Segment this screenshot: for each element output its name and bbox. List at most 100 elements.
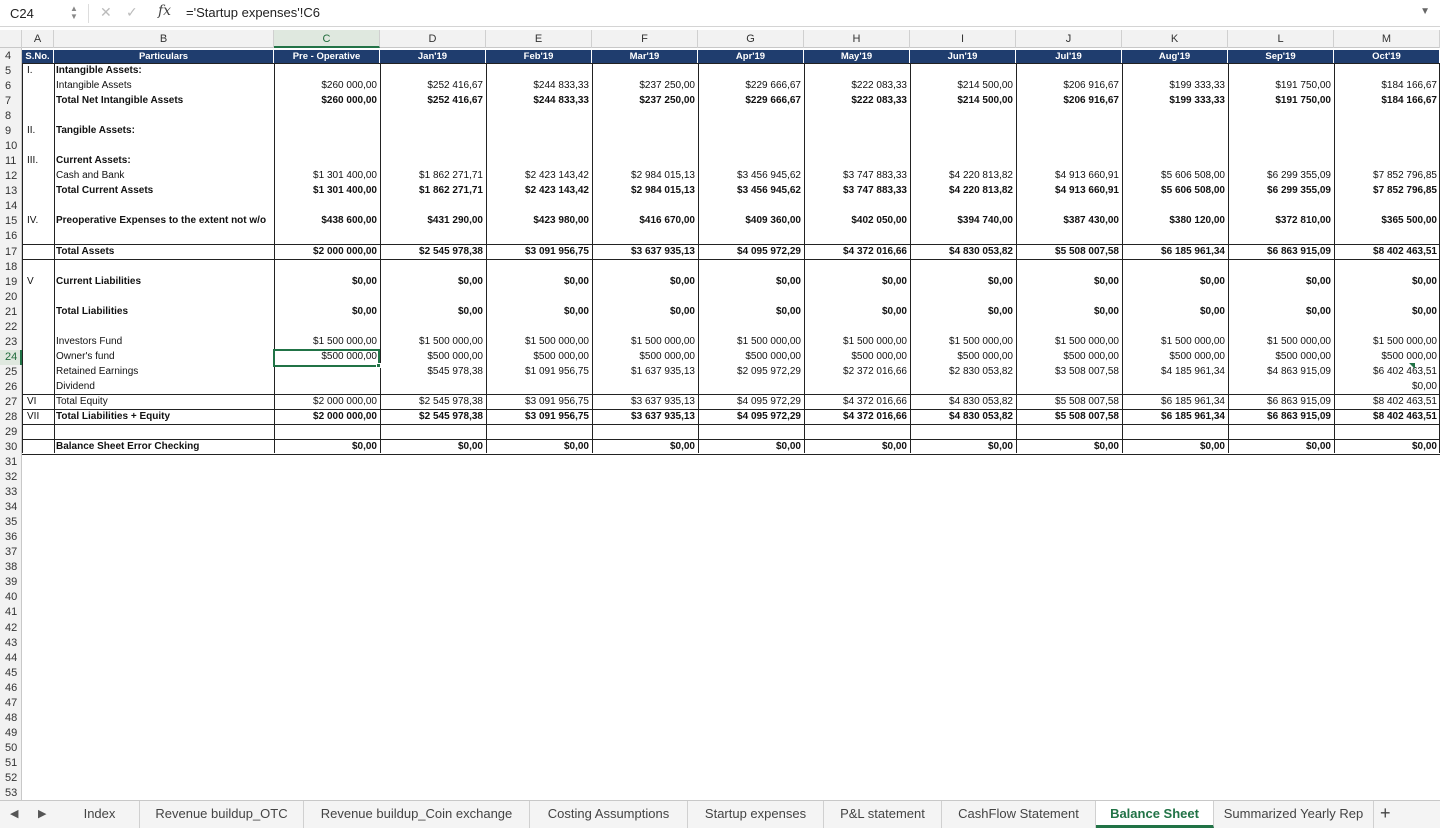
row-header-51[interactable]: 51 xyxy=(0,756,22,771)
value-cell[interactable]: $380 120,00 xyxy=(1122,214,1228,228)
value-cell[interactable]: $0,00 xyxy=(1228,305,1334,319)
row-header-10[interactable]: 10 xyxy=(0,139,22,154)
value-cell[interactable]: $0,00 xyxy=(380,440,486,454)
value-cell[interactable]: $2 984 015,13 xyxy=(592,184,698,198)
value-cell[interactable]: $0,00 xyxy=(380,305,486,319)
value-cell[interactable]: $0,00 xyxy=(804,305,910,319)
value-cell[interactable]: $0,00 xyxy=(486,275,592,289)
table-header-0[interactable]: S.No. xyxy=(22,50,54,64)
value-cell[interactable]: $5 508 007,58 xyxy=(1016,245,1122,259)
sno-cell[interactable]: IV. xyxy=(27,214,53,228)
sno-cell[interactable]: VI xyxy=(27,395,53,409)
sheet-tab-balance-sheet[interactable]: Balance Sheet xyxy=(1096,801,1214,828)
name-box-stepper-icon[interactable]: ▲ ▼ xyxy=(70,5,78,21)
row-header-21[interactable]: 21 xyxy=(0,305,22,320)
table-header-7[interactable]: May'19 xyxy=(804,50,910,64)
value-cell[interactable]: $3 747 883,33 xyxy=(804,184,910,198)
row-header-7[interactable]: 7 xyxy=(0,94,22,109)
tab-next-icon[interactable]: ▶ xyxy=(38,807,46,820)
row-header-53[interactable]: 53 xyxy=(0,786,22,801)
sheet-tab-revenue-buildup-coin-exchange[interactable]: Revenue buildup_Coin exchange xyxy=(304,801,530,828)
column-header-g[interactable]: G xyxy=(698,30,804,48)
value-cell[interactable]: $0,00 xyxy=(1122,305,1228,319)
column-header-b[interactable]: B xyxy=(54,30,274,48)
particulars-cell[interactable]: Investors Fund xyxy=(56,335,272,349)
value-cell[interactable]: $416 670,00 xyxy=(592,214,698,228)
value-cell[interactable]: $4 372 016,66 xyxy=(804,410,910,424)
row-header-52[interactable]: 52 xyxy=(0,771,22,786)
row-header-26[interactable]: 26 xyxy=(0,380,22,395)
value-cell[interactable]: $0,00 xyxy=(1016,275,1122,289)
value-cell[interactable]: $237 250,00 xyxy=(592,94,698,108)
value-cell[interactable]: $7 852 796,85 xyxy=(1334,169,1440,183)
row-header-38[interactable]: 38 xyxy=(0,560,22,575)
row-header-43[interactable]: 43 xyxy=(0,636,22,651)
tab-prev-icon[interactable]: ◀ xyxy=(10,807,18,820)
value-cell[interactable]: $8 402 463,51 xyxy=(1334,395,1440,409)
row-header-39[interactable]: 39 xyxy=(0,575,22,590)
table-header-9[interactable]: Jul'19 xyxy=(1016,50,1122,64)
value-cell[interactable]: $1 862 271,71 xyxy=(380,169,486,183)
value-cell[interactable]: $0,00 xyxy=(1334,305,1440,319)
particulars-cell[interactable]: Balance Sheet Error Checking xyxy=(56,440,272,454)
value-cell[interactable]: $1 500 000,00 xyxy=(380,335,486,349)
value-cell[interactable]: $1 500 000,00 xyxy=(1016,335,1122,349)
row-header-16[interactable]: 16 xyxy=(0,229,22,244)
value-cell[interactable]: $7 852 796,85 xyxy=(1334,184,1440,198)
value-cell[interactable]: $6 299 355,09 xyxy=(1228,184,1334,198)
row-header-23[interactable]: 23 xyxy=(0,335,22,350)
sheet-tab-index[interactable]: Index xyxy=(60,801,140,828)
value-cell[interactable]: $6 299 355,09 xyxy=(1228,169,1334,183)
value-cell[interactable]: $4 830 053,82 xyxy=(910,410,1016,424)
sheet-grid[interactable]: S.No. Particulars Pre - Operative Jan'19 Feb… xyxy=(22,48,1440,800)
value-cell[interactable]: $3 747 883,33 xyxy=(804,169,910,183)
value-cell[interactable]: $431 290,00 xyxy=(380,214,486,228)
row-header-13[interactable]: 13 xyxy=(0,184,22,199)
value-cell[interactable]: $1 500 000,00 xyxy=(1228,335,1334,349)
value-cell[interactable]: $0,00 xyxy=(274,440,380,454)
value-cell[interactable]: $3 508 007,58 xyxy=(1016,365,1122,379)
value-cell[interactable]: $2 000 000,00 xyxy=(274,395,380,409)
row-header-12[interactable]: 12 xyxy=(0,169,22,184)
row-header-30[interactable]: 30 xyxy=(0,440,22,455)
row-header-32[interactable]: 32 xyxy=(0,470,22,485)
sno-cell[interactable]: II. xyxy=(27,124,53,138)
value-cell[interactable]: $372 810,00 xyxy=(1228,214,1334,228)
value-cell[interactable]: $500 000,00 xyxy=(910,350,1016,364)
value-cell[interactable]: $1 500 000,00 xyxy=(1334,335,1440,349)
row-header-44[interactable]: 44 xyxy=(0,651,22,666)
value-cell[interactable]: $6 185 961,34 xyxy=(1122,410,1228,424)
value-cell[interactable]: $1 862 271,71 xyxy=(380,184,486,198)
row-header-48[interactable]: 48 xyxy=(0,711,22,726)
column-header-a[interactable]: A xyxy=(22,30,54,48)
table-header-5[interactable]: Mar'19 xyxy=(592,50,698,64)
value-cell[interactable]: $0,00 xyxy=(1016,305,1122,319)
value-cell[interactable]: $500 000,00 xyxy=(1016,350,1122,364)
particulars-cell[interactable]: Total Equity xyxy=(56,395,272,409)
value-cell[interactable]: $3 456 945,62 xyxy=(698,169,804,183)
sheet-tab-cashflow-statement[interactable]: CashFlow Statement xyxy=(942,801,1096,828)
row-header-36[interactable]: 36 xyxy=(0,530,22,545)
column-header-e[interactable]: E xyxy=(486,30,592,48)
value-cell[interactable]: $3 637 935,13 xyxy=(592,410,698,424)
value-cell[interactable]: $184 166,67 xyxy=(1334,94,1440,108)
value-cell[interactable]: $206 916,67 xyxy=(1016,94,1122,108)
row-header-40[interactable]: 40 xyxy=(0,590,22,605)
sno-cell[interactable]: VII xyxy=(27,410,53,424)
row-header-33[interactable]: 33 xyxy=(0,485,22,500)
value-cell[interactable]: $394 740,00 xyxy=(910,214,1016,228)
value-cell[interactable]: $500 000,00 xyxy=(592,350,698,364)
expand-formula-icon[interactable]: ▼ xyxy=(1420,6,1430,17)
value-cell[interactable]: $6 863 915,09 xyxy=(1228,395,1334,409)
value-cell[interactable]: $5 606 508,00 xyxy=(1122,184,1228,198)
column-header-k[interactable]: K xyxy=(1122,30,1228,48)
particulars-cell[interactable]: Total Current Assets xyxy=(56,184,272,198)
row-header-15[interactable]: 15 xyxy=(0,214,22,229)
value-cell[interactable]: $1 637 935,13 xyxy=(592,365,698,379)
sheet-tab-costing-assumptions[interactable]: Costing Assumptions xyxy=(530,801,688,828)
value-cell[interactable]: $0,00 xyxy=(804,275,910,289)
row-header-34[interactable]: 34 xyxy=(0,500,22,515)
value-cell[interactable]: $2 095 972,29 xyxy=(698,365,804,379)
value-cell[interactable]: $206 916,67 xyxy=(1016,79,1122,93)
value-cell[interactable]: $199 333,33 xyxy=(1122,94,1228,108)
